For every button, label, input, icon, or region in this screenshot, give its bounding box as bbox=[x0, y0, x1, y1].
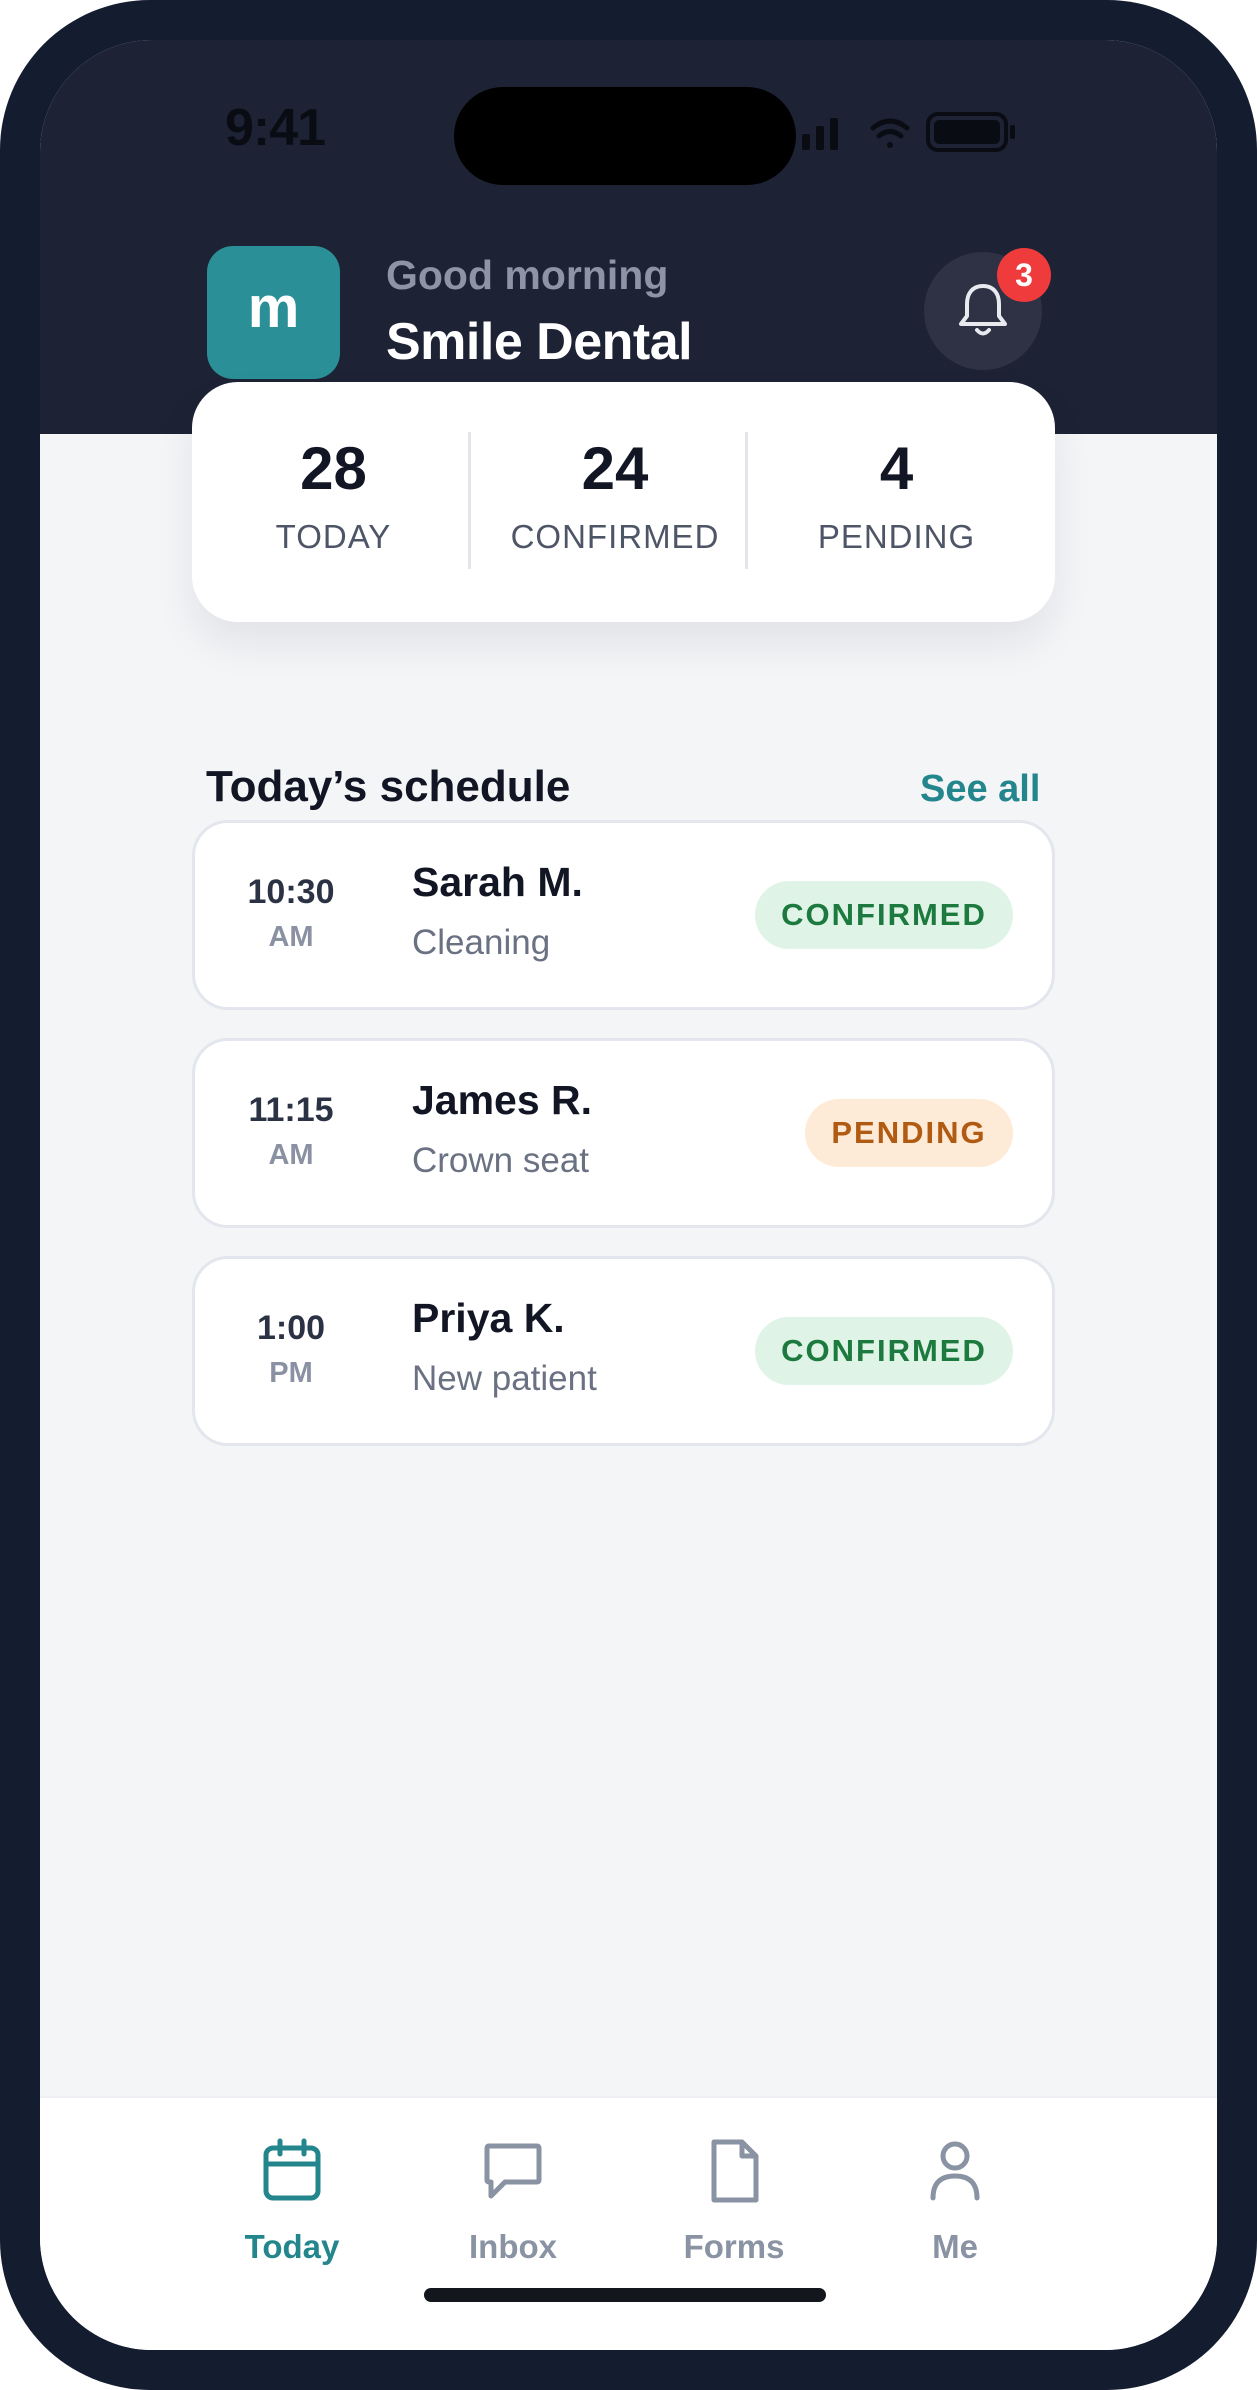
bottom-tab-bar: Today Inbox Forms Me bbox=[40, 2096, 1217, 2350]
status-badge: CONFIRMED bbox=[755, 881, 1013, 949]
appointment-card[interactable]: 11:15 AM James R. Crown seat PENDING bbox=[192, 1038, 1055, 1228]
patient-name: Priya K. bbox=[412, 1295, 565, 1341]
stat-today: 28 TODAY bbox=[192, 382, 475, 622]
appointment-time: 11:15 bbox=[248, 1091, 334, 1129]
stat-pending: 4 PENDING bbox=[755, 382, 1038, 622]
practice-logo: m bbox=[207, 246, 340, 379]
appointment-ampm: AM bbox=[268, 921, 314, 953]
status-bar-time: 9:41 bbox=[225, 99, 326, 157]
see-all-link[interactable]: See all bbox=[920, 768, 1040, 811]
stat-label: TODAY bbox=[275, 518, 392, 555]
stat-divider bbox=[745, 432, 748, 569]
greeting-text: Good morning bbox=[386, 252, 669, 298]
person-icon bbox=[930, 2141, 980, 2201]
patient-name: Sarah M. bbox=[412, 859, 583, 905]
tab-label: Forms bbox=[683, 2228, 785, 2265]
practice-name: Smile Dental bbox=[386, 313, 693, 371]
chat-icon bbox=[484, 2143, 542, 2199]
tab-forms[interactable]: Forms bbox=[644, 2098, 824, 2288]
appointment-time: 10:30 bbox=[247, 873, 335, 911]
cellular-signal-icon bbox=[802, 118, 838, 150]
status-badge: CONFIRMED bbox=[755, 1317, 1013, 1385]
stat-value: 24 bbox=[581, 435, 649, 502]
appointment-card[interactable]: 10:30 AM Sarah M. Cleaning CONFIRMED bbox=[192, 820, 1055, 1010]
battery-icon bbox=[926, 112, 1015, 152]
stat-value: 28 bbox=[300, 435, 367, 502]
tab-me[interactable]: Me bbox=[865, 2098, 1045, 2288]
tab-label: Today bbox=[244, 2228, 340, 2265]
home-indicator[interactable] bbox=[424, 2288, 826, 2302]
stat-confirmed: 24 CONFIRMED bbox=[475, 382, 755, 622]
schedule-section-title: Today’s schedule bbox=[206, 762, 571, 811]
stats-card: 28 TODAY 24 CONFIRMED 4 PENDING bbox=[192, 382, 1055, 622]
appointment-type: Cleaning bbox=[412, 923, 551, 962]
stat-label: PENDING bbox=[817, 518, 976, 555]
app-screen: 9:41 m Good morning Smile Dental 3 28 TO… bbox=[40, 40, 1217, 2350]
appointment-type: New patient bbox=[412, 1359, 597, 1398]
tab-today[interactable]: Today bbox=[202, 2098, 382, 2288]
status-badge: PENDING bbox=[805, 1099, 1013, 1167]
appointment-ampm: PM bbox=[269, 1357, 313, 1389]
appointment-ampm: AM bbox=[268, 1139, 314, 1171]
stat-value: 4 bbox=[879, 435, 914, 502]
wifi-icon bbox=[870, 118, 910, 148]
notification-count-badge: 3 bbox=[997, 248, 1051, 302]
appointment-type: Crown seat bbox=[412, 1141, 590, 1180]
stat-label: CONFIRMED bbox=[510, 518, 720, 555]
patient-name: James R. bbox=[412, 1077, 593, 1123]
appointment-card[interactable]: 1:00 PM Priya K. New patient CONFIRMED bbox=[192, 1256, 1055, 1446]
calendar-icon bbox=[263, 2138, 321, 2201]
status-bar-icons bbox=[802, 112, 1015, 152]
tab-label: Inbox bbox=[469, 2228, 557, 2265]
stat-divider bbox=[468, 432, 471, 569]
document-icon bbox=[711, 2139, 759, 2203]
dynamic-island bbox=[454, 87, 796, 185]
appointment-time: 1:00 bbox=[256, 1309, 326, 1347]
tab-label: Me bbox=[932, 2228, 978, 2265]
tab-inbox[interactable]: Inbox bbox=[423, 2098, 603, 2288]
phone-frame: 9:41 m Good morning Smile Dental 3 28 TO… bbox=[0, 0, 1257, 2390]
